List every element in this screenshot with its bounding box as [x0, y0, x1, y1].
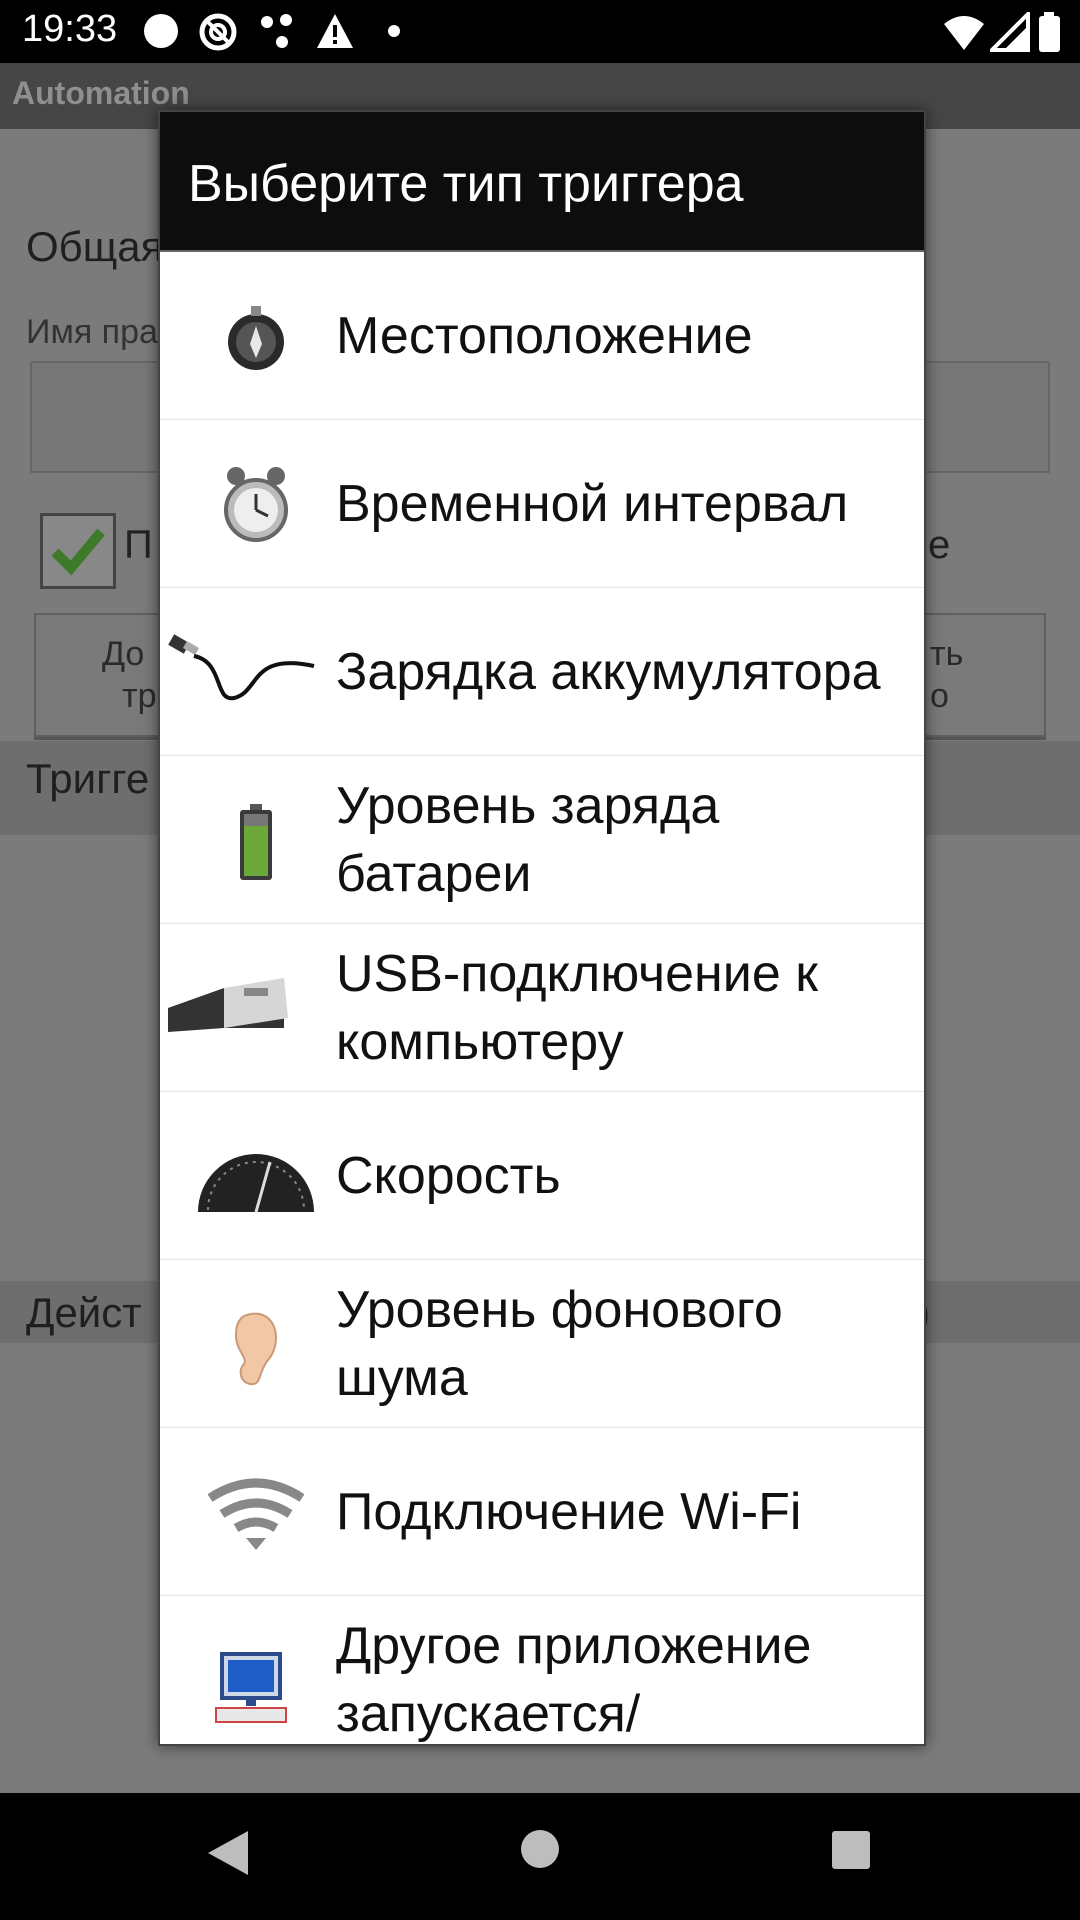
at-icon — [199, 13, 237, 51]
name-label: Имя пра — [26, 313, 158, 351]
trigger-item-charging[interactable]: Зарядка аккумулятора — [160, 588, 924, 756]
battery-icon — [1039, 12, 1060, 52]
trigger-item-speed[interactable]: Скорость — [160, 1092, 924, 1260]
trigger-item-location[interactable]: Местоположение — [160, 252, 924, 420]
dialog-title: Выберите тип триггера — [188, 155, 744, 213]
trigger-label: Местоположение — [336, 307, 753, 365]
trigger-item-usb[interactable]: USB-подключение к компьютеру — [160, 924, 924, 1092]
dot-icon — [388, 25, 400, 37]
trigger-item-noise-level[interactable]: Уровень фонового шума — [160, 1260, 924, 1428]
trigger-label: Временной интервал — [336, 475, 849, 533]
status-bar: 19:33 — [0, 0, 1080, 63]
battery-level-icon — [196, 790, 316, 890]
recents-icon[interactable] — [830, 1829, 872, 1871]
trigger-item-app-launch[interactable]: Другое приложение запускается/ — [160, 1596, 924, 1744]
enable-checkbox[interactable] — [40, 513, 116, 589]
speedometer-icon — [196, 1126, 316, 1226]
trigger-label: Другое приложение запускается/ — [336, 1617, 812, 1743]
trigger-label: Подключение Wi-Fi — [336, 1483, 802, 1541]
trigger-item-battery-level[interactable]: Уровень заряда батареи — [160, 756, 924, 924]
trigger-item-wifi[interactable]: Подключение Wi-Fi — [160, 1428, 924, 1596]
dots-icon — [261, 14, 292, 48]
compass-icon — [196, 286, 316, 386]
trigger-label: Уровень заряда батареи — [336, 777, 720, 903]
signal-icon — [990, 12, 1030, 52]
circle-icon — [144, 14, 178, 48]
usb-plug-icon — [164, 958, 294, 1058]
status-time: 19:33 — [22, 8, 118, 50]
dialog-header: Выберите тип триггера — [160, 112, 924, 252]
trigger-label: Уровень фонового шума — [336, 1281, 783, 1407]
trigger-label: Зарядка аккумулятора — [336, 643, 881, 701]
trigger-label: Скорость — [336, 1147, 561, 1205]
trigger-label: USB-подключение к компьютеру — [336, 945, 818, 1071]
home-icon[interactable] — [520, 1829, 560, 1869]
wifi-icon — [944, 16, 984, 50]
warning-icon — [317, 14, 353, 48]
trigger-list: Местоположение Временной интервал Зарядк… — [160, 252, 924, 1744]
checkbox-label: П — [124, 523, 153, 567]
navigation-bar — [0, 1793, 1080, 1920]
charger-cable-icon — [164, 622, 320, 722]
checkbox-label-right: е — [928, 523, 951, 567]
checkmark-icon — [51, 528, 105, 576]
ear-icon — [196, 1294, 316, 1394]
computer-icon — [196, 1640, 316, 1740]
back-icon[interactable] — [206, 1829, 248, 1877]
trigger-item-time-interval[interactable]: Временной интервал — [160, 420, 924, 588]
app-title: Automation — [12, 75, 190, 111]
wifi-icon — [196, 1462, 316, 1562]
alarm-clock-icon — [196, 454, 316, 554]
trigger-type-dialog: Выберите тип триггера Местоположение Вре… — [158, 110, 926, 1746]
